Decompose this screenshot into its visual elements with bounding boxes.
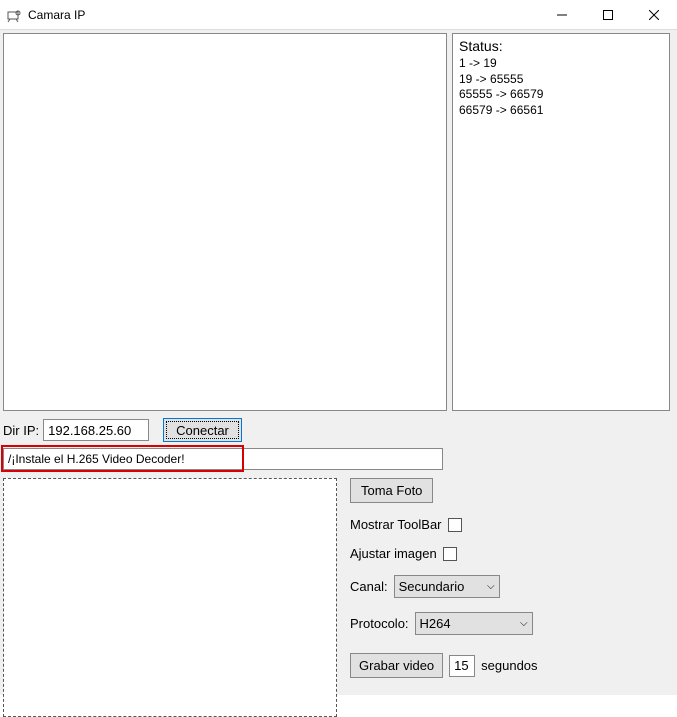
controls-panel: Toma Foto Mostrar ToolBar Ajustar imagen… xyxy=(350,478,670,692)
app-icon xyxy=(6,7,22,23)
ip-row: Dir IP: Conectar xyxy=(3,418,242,442)
minimize-button[interactable] xyxy=(539,0,585,29)
protocolo-value: H264 xyxy=(420,616,451,631)
window-buttons xyxy=(539,0,677,29)
ip-label: Dir IP: xyxy=(3,423,39,438)
grabar-seconds-input[interactable] xyxy=(449,655,475,677)
canal-label: Canal: xyxy=(350,579,388,594)
mostrar-toolbar-label: Mostrar ToolBar xyxy=(350,517,442,532)
close-button[interactable] xyxy=(631,0,677,29)
ajustar-imagen-checkbox[interactable] xyxy=(443,547,457,561)
segundos-label: segundos xyxy=(481,658,537,673)
connect-button[interactable]: Conectar xyxy=(163,418,242,442)
grabar-video-button[interactable]: Grabar video xyxy=(350,653,443,678)
message-row xyxy=(3,448,443,470)
ajustar-imagen-label: Ajustar imagen xyxy=(350,546,437,561)
client-area: Status: 1 -> 19 19 -> 65555 65555 -> 665… xyxy=(0,30,677,695)
ip-input[interactable] xyxy=(43,419,149,441)
protocolo-select[interactable]: H264 ⌵ xyxy=(415,612,533,635)
mostrar-toolbar-checkbox[interactable] xyxy=(448,518,462,532)
video-display-area xyxy=(3,33,447,411)
toma-foto-button[interactable]: Toma Foto xyxy=(350,478,433,503)
titlebar: Camara IP xyxy=(0,0,677,30)
snapshot-preview-area xyxy=(3,478,337,717)
status-title: Status: xyxy=(459,38,663,54)
chevron-down-icon: ⌵ xyxy=(520,618,528,629)
message-input[interactable] xyxy=(3,448,443,470)
canal-select[interactable]: Secundario ⌵ xyxy=(394,575,500,598)
window-title: Camara IP xyxy=(28,8,539,22)
status-log: 1 -> 19 19 -> 65555 65555 -> 66579 66579… xyxy=(459,56,663,118)
status-panel: Status: 1 -> 19 19 -> 65555 65555 -> 665… xyxy=(452,33,670,411)
maximize-button[interactable] xyxy=(585,0,631,29)
chevron-down-icon: ⌵ xyxy=(487,581,495,592)
protocolo-label: Protocolo: xyxy=(350,616,409,631)
canal-value: Secundario xyxy=(399,579,465,594)
